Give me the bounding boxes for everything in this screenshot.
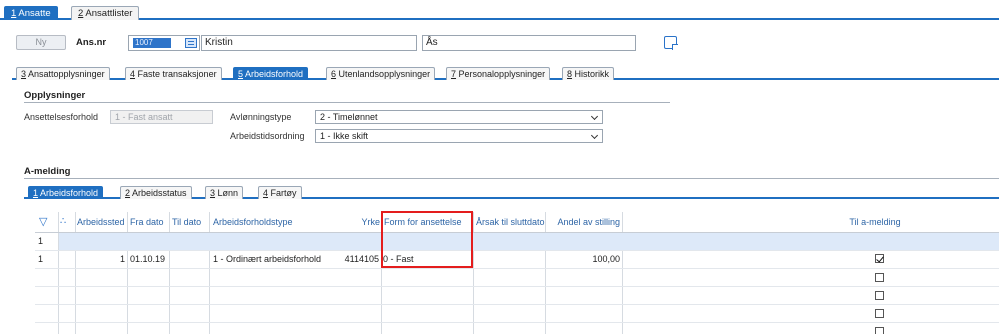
col-header-andel-av-stilling[interactable]: Andel av stilling bbox=[547, 212, 620, 232]
first-name-field[interactable]: Kristin bbox=[201, 35, 417, 51]
tab-label: Ansattlister bbox=[85, 8, 133, 19]
grid-separator bbox=[127, 212, 128, 334]
highlight-box bbox=[381, 211, 473, 268]
tab-ansatte[interactable]: 1 Ansatte bbox=[4, 6, 58, 20]
tab-number: 3 bbox=[210, 188, 216, 198]
cell-andel-av-stilling[interactable]: 100,00 bbox=[547, 252, 620, 266]
arbeidstidsordning-label: Arbeidstidsordning bbox=[230, 131, 305, 141]
chevron-down-icon bbox=[590, 131, 599, 140]
tab-label: Historikk bbox=[574, 69, 610, 79]
grid-separator bbox=[209, 212, 210, 334]
filter-icon[interactable]: ▽ bbox=[39, 212, 53, 232]
list-lookup-icon[interactable] bbox=[185, 38, 197, 48]
tab-label: Ansatte bbox=[18, 8, 51, 19]
note-icon[interactable] bbox=[664, 36, 678, 50]
row-divider bbox=[35, 250, 999, 251]
tab-number: 4 bbox=[130, 69, 136, 79]
til-amelding-checkbox[interactable] bbox=[875, 309, 884, 318]
top-tab-bar: 1 Ansatte 2 Ansattlister bbox=[0, 0, 999, 20]
til-amelding-checkbox[interactable] bbox=[875, 254, 884, 263]
tab-utenlandsopplysninger[interactable]: 6 Utenlandsopplysninger bbox=[326, 67, 436, 80]
avlonningstype-label: Avlønningstype bbox=[230, 112, 292, 122]
amelding-tab-bar: 1 Arbeidsforhold 2 Arbeidsstatus 3 Lønn … bbox=[24, 185, 999, 199]
grid-separator bbox=[622, 212, 623, 334]
tab-number: 3 bbox=[21, 69, 27, 79]
tab-personalopplysninger[interactable]: 7 Personalopplysninger bbox=[446, 67, 551, 80]
ansettelsesforhold-field: 1 - Fast ansatt bbox=[110, 110, 213, 124]
section-divider bbox=[24, 102, 670, 103]
row-number: 1 bbox=[38, 236, 44, 246]
tab-amelding-fartoy[interactable]: 4 Fartøy bbox=[258, 186, 302, 199]
tab-historikk[interactable]: 8 Historikk bbox=[562, 67, 615, 80]
til-amelding-checkbox[interactable] bbox=[875, 291, 884, 300]
grid-separator bbox=[545, 212, 546, 334]
tab-label: Ansattopplysninger bbox=[28, 69, 105, 79]
grid-separator bbox=[169, 212, 170, 334]
section-divider bbox=[24, 178, 999, 179]
tab-number: 1 bbox=[33, 188, 39, 198]
tab-label: Personalopplysninger bbox=[458, 69, 546, 79]
cell-yrke[interactable]: 4114105 bbox=[341, 252, 379, 266]
row-divider bbox=[35, 268, 999, 269]
tab-number: 4 bbox=[263, 188, 269, 198]
grid-separator bbox=[75, 212, 76, 334]
chevron-down-icon bbox=[590, 112, 599, 121]
section-title-opplysninger: Opplysninger bbox=[24, 90, 86, 101]
tab-arbeidsforhold[interactable]: 5 Arbeidsforhold bbox=[233, 67, 309, 80]
tab-number: 2 bbox=[78, 8, 84, 19]
tab-number: 7 bbox=[451, 69, 457, 79]
tab-number: 8 bbox=[567, 69, 573, 79]
tab-label: Lønn bbox=[217, 188, 239, 198]
tab-label: Arbeidsstatus bbox=[132, 188, 187, 198]
tab-label: Arbeidsforhold bbox=[40, 188, 99, 198]
last-name-field[interactable]: Ås bbox=[422, 35, 636, 51]
tab-number: 2 bbox=[125, 188, 131, 198]
arbeidstidsordning-value: 1 - Ikke skift bbox=[320, 131, 369, 141]
tab-amelding-lonn[interactable]: 3 Lønn bbox=[205, 186, 244, 199]
tab-label: Arbeidsforhold bbox=[245, 69, 304, 79]
tab-amelding-arbeidsforhold[interactable]: 1 Arbeidsforhold bbox=[28, 186, 104, 199]
row-divider bbox=[35, 322, 999, 323]
arbeidstidsordning-select[interactable]: 1 - Ikke skift bbox=[315, 129, 603, 143]
tab-label: Utenlandsopplysninger bbox=[338, 69, 431, 79]
tab-label: Fartøy bbox=[270, 188, 297, 198]
new-button[interactable]: Ny bbox=[16, 35, 66, 50]
col-header-yrke[interactable]: Yrke bbox=[353, 212, 380, 232]
row-divider bbox=[35, 286, 999, 287]
arbeidsforhold-grid: ▽ ∴ Arbeidssted Fra dato Til dato Arbeid… bbox=[35, 212, 999, 334]
tab-label: Faste transaksjoner bbox=[137, 69, 217, 79]
tab-number: 5 bbox=[238, 69, 244, 79]
ansnr-value: 1007 bbox=[133, 38, 171, 48]
col-header-til-dato[interactable]: Til dato bbox=[172, 212, 209, 232]
til-amelding-checkbox[interactable] bbox=[875, 327, 884, 334]
grid-separator bbox=[58, 212, 59, 334]
col-header-fra-dato[interactable]: Fra dato bbox=[130, 212, 169, 232]
col-header-arbeidsforholdstype[interactable]: Arbeidsforholdstype bbox=[213, 212, 333, 232]
tab-ansattlister[interactable]: 2 Ansattlister bbox=[71, 6, 140, 20]
row-number: 1 bbox=[38, 254, 44, 264]
ansettelsesforhold-label: Ansettelsesforhold bbox=[24, 112, 99, 122]
ansnr-label: Ans.nr bbox=[76, 37, 107, 48]
grid-separator bbox=[473, 212, 474, 334]
tab-faste-transaksjoner[interactable]: 4 Faste transaksjoner bbox=[125, 67, 222, 80]
tab-ansattopplysninger[interactable]: 3 Ansattopplysninger bbox=[16, 67, 110, 80]
col-header-arbeidssted[interactable]: Arbeidssted bbox=[77, 212, 127, 232]
cell-arbeidsforholdstype[interactable]: 1 - Ordinært arbeidsforhold bbox=[213, 252, 321, 266]
tab-amelding-arbeidsstatus[interactable]: 2 Arbeidsstatus bbox=[120, 186, 192, 199]
employee-tab-bar: 3 Ansattopplysninger 4 Faste transaksjon… bbox=[12, 66, 999, 80]
cell-arbeidssted[interactable]: 1 bbox=[77, 252, 125, 266]
cell-fra-dato[interactable]: 01.10.19 bbox=[130, 252, 165, 266]
tab-number: 1 bbox=[11, 8, 17, 19]
filter-row[interactable] bbox=[59, 233, 999, 250]
col-header-arsak-til-sluttdato[interactable]: Årsak til sluttdato bbox=[476, 212, 545, 232]
avlonningstype-value: 2 - Timelønnet bbox=[320, 112, 378, 122]
row-divider bbox=[35, 304, 999, 305]
avlonningstype-select[interactable]: 2 - Timelønnet bbox=[315, 110, 603, 124]
ansnr-field[interactable]: 1007 bbox=[128, 35, 200, 51]
til-amelding-checkbox[interactable] bbox=[875, 273, 884, 282]
col-header-til-amelding[interactable]: Til a-melding bbox=[815, 212, 935, 232]
tab-number: 6 bbox=[331, 69, 337, 79]
section-title-amelding: A-melding bbox=[24, 166, 71, 177]
attachment-icon[interactable]: ∴ bbox=[60, 212, 74, 232]
